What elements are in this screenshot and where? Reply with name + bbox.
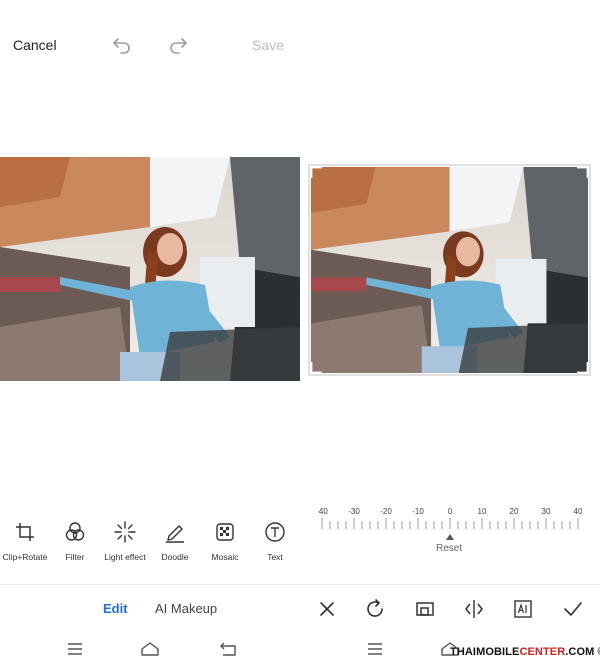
photo-image <box>0 157 300 381</box>
filter-circles-icon <box>65 522 85 541</box>
cancel-button[interactable]: Cancel <box>13 37 57 53</box>
ruler-pointer <box>446 534 454 540</box>
ruler-label: -30 <box>348 507 360 516</box>
mode-tabs: Edit AI Makeup <box>0 596 300 620</box>
watermark-part1: THAIMOBILE <box>450 646 520 658</box>
reset-button[interactable]: Reset <box>436 543 462 554</box>
tool-text[interactable]: Text <box>250 516 300 576</box>
crop-image <box>311 167 588 373</box>
ruler-label: 0 <box>448 507 453 516</box>
ruler-scale[interactable]: -40 -30 -20 -10 0 10 20 30 40 <box>318 505 582 545</box>
sparkle-icon <box>114 521 136 543</box>
tool-label: Clip+Rotate <box>2 552 48 562</box>
watermark: THAIMOBILECENTER.COM © <box>450 646 600 658</box>
ruler-label: 10 <box>478 507 487 516</box>
ruler-label: -40 <box>318 507 328 516</box>
close-icon[interactable] <box>316 598 338 620</box>
watermark-part2: CENTER <box>519 646 566 658</box>
ai-icon[interactable] <box>512 598 534 620</box>
pen-icon <box>166 525 184 543</box>
tool-label: Filter <box>65 552 85 562</box>
crop-action-bar <box>300 596 600 622</box>
crop-icon <box>16 523 34 541</box>
check-icon[interactable] <box>562 598 584 620</box>
tool-label: Text <box>267 552 283 562</box>
redo-icon[interactable] <box>168 36 188 54</box>
save-button[interactable]: Save <box>252 37 284 53</box>
tool-clip-rotate[interactable]: Clip+Rotate <box>0 516 50 576</box>
top-bar: Cancel Save <box>0 0 300 90</box>
tool-light-effect[interactable]: Light effect <box>100 516 150 576</box>
tool-mosaic[interactable]: Mosaic <box>200 516 250 576</box>
tool-label: Light effect <box>104 552 146 562</box>
ruler-label: -10 <box>412 507 424 516</box>
back-icon[interactable] <box>218 640 238 658</box>
rotate-icon[interactable] <box>364 598 386 620</box>
menu-icon[interactable] <box>365 640 385 658</box>
aspect-ratio-icon[interactable] <box>414 598 436 620</box>
flip-icon[interactable] <box>463 598 485 620</box>
mosaic-icon <box>216 523 234 541</box>
photo-preview <box>0 157 300 381</box>
tab-ai-makeup[interactable]: AI Makeup <box>155 601 217 616</box>
watermark-part3: .COM <box>565 646 595 658</box>
edit-tools: Clip+Rotate Filter Light effect Doodle M… <box>0 516 300 576</box>
tab-edit[interactable]: Edit <box>103 601 128 616</box>
divider <box>0 584 600 585</box>
tool-filter[interactable]: Filter <box>50 516 100 576</box>
ruler-label: -20 <box>380 507 392 516</box>
tool-doodle[interactable]: Doodle <box>150 516 200 576</box>
home-icon[interactable] <box>140 640 160 658</box>
menu-icon[interactable] <box>65 640 85 658</box>
tool-label: Doodle <box>161 552 189 562</box>
ruler-label: 40 <box>574 507 582 516</box>
crop-preview[interactable] <box>311 167 588 373</box>
undo-icon[interactable] <box>112 36 132 54</box>
tool-label: Mosaic <box>211 552 239 562</box>
ruler-label: 30 <box>542 507 551 516</box>
ruler-label: 20 <box>510 507 519 516</box>
text-icon <box>265 522 285 542</box>
